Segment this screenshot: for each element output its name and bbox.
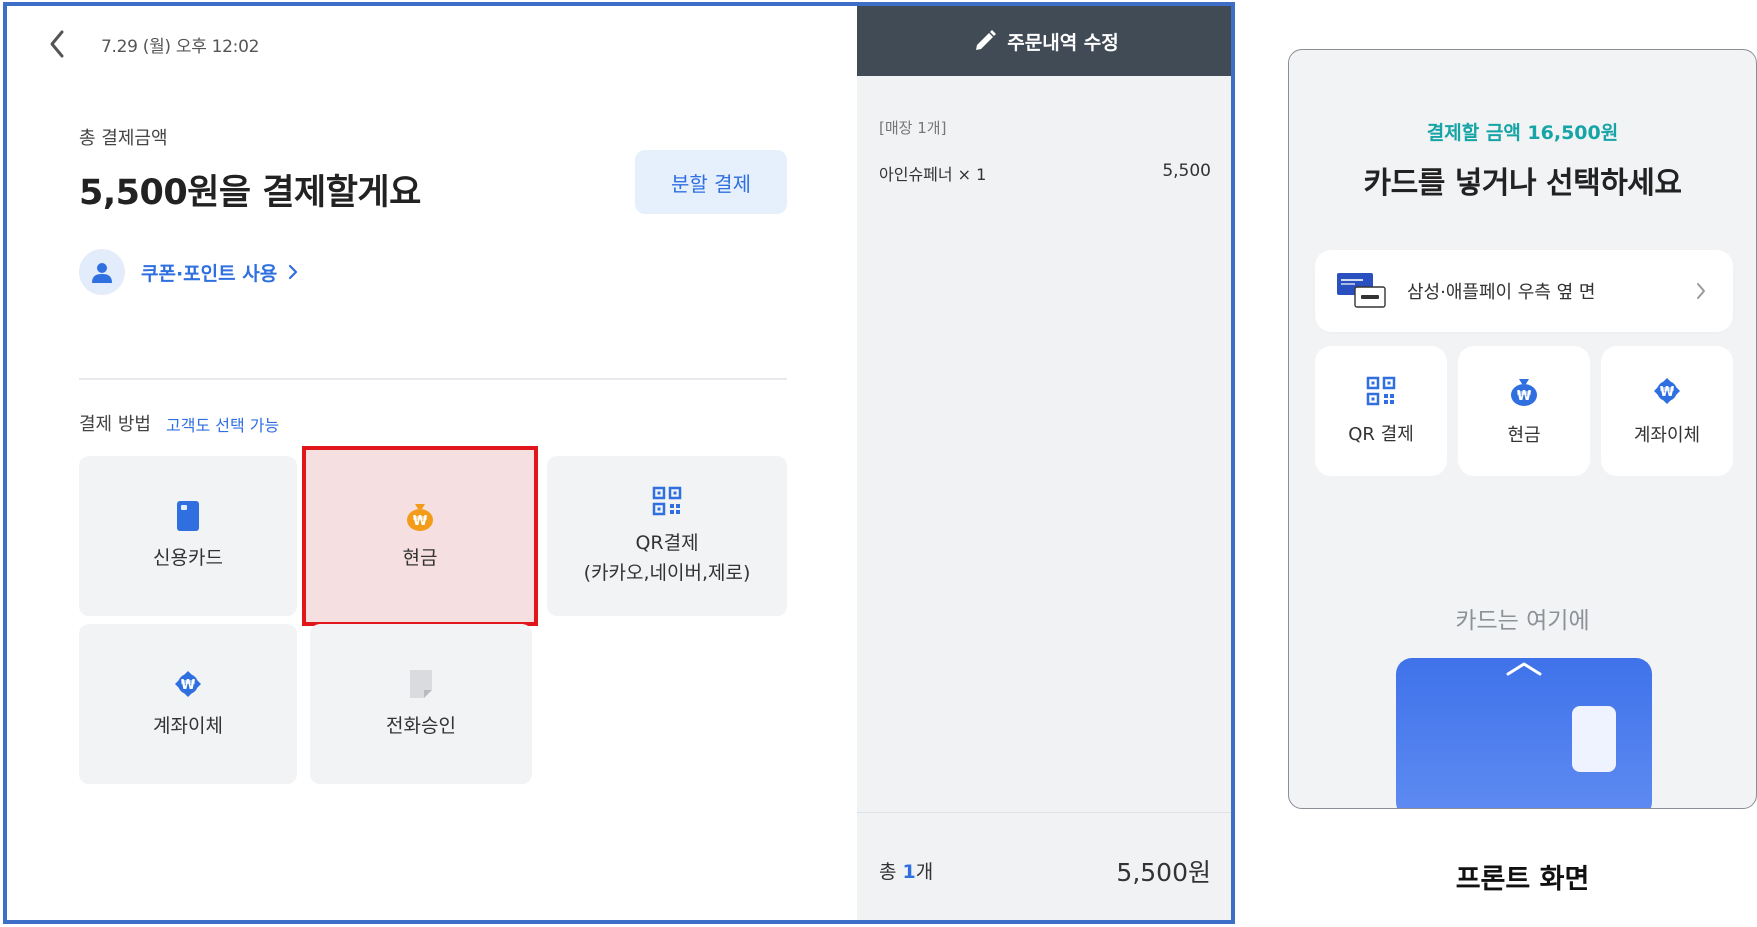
method-qr-label: QR결제 (카카오,네이버,제로) xyxy=(584,528,751,588)
won-transfer-icon: ₩ xyxy=(1654,378,1680,404)
order-item-name: 아인슈페너 × 1 xyxy=(879,165,987,184)
method-transfer-tile[interactable]: ₩ 계좌이체 xyxy=(79,624,297,784)
svg-text:₩: ₩ xyxy=(181,678,196,693)
chevron-left-icon xyxy=(50,30,64,58)
method-transfer-label: 계좌이체 xyxy=(153,715,223,737)
front-transfer-tile[interactable]: ₩ 계좌이체 xyxy=(1601,346,1733,476)
won-transfer-icon: ₩ xyxy=(171,667,205,701)
method-qr-tile[interactable]: QR결제 (카카오,네이버,제로) xyxy=(547,456,787,616)
samsung-apple-pay-label: 삼성·애플페이 우측 옆 면 xyxy=(1407,282,1596,303)
chevron-right-icon xyxy=(289,264,298,280)
method-cash-label: 현금 xyxy=(402,547,438,569)
front-title: 카드를 넣거나 선택하세요 xyxy=(1363,166,1683,201)
front-qr-label: QR 결제 xyxy=(1348,424,1414,445)
qr-code-icon xyxy=(650,484,684,518)
total-count-prefix: 총 xyxy=(879,861,897,883)
total-count-number: 1 xyxy=(902,861,916,883)
avatar xyxy=(79,249,125,295)
money-bag-icon: ₩ xyxy=(403,499,437,533)
svg-text:₩: ₩ xyxy=(413,514,428,529)
pos-window: 7.29 (월) 오후 12:02 총 결제금액 5,500원을 결제할게요 분… xyxy=(3,2,1235,924)
method-qr-label-line1: QR결제 xyxy=(635,532,699,554)
chevron-right-icon xyxy=(1697,283,1705,299)
chevron-up-icon xyxy=(1506,662,1542,676)
method-card-label: 신용카드 xyxy=(153,547,223,569)
divider xyxy=(79,378,787,380)
card-insert-hint: 카드는 여기에 xyxy=(1455,608,1590,634)
card-illustration xyxy=(1396,658,1652,808)
payment-panel: 7.29 (월) 오후 12:02 총 결제금액 5,500원을 결제할게요 분… xyxy=(7,6,857,920)
svg-text:₩: ₩ xyxy=(1517,389,1532,404)
store-count-label: [매장 1개] xyxy=(879,119,947,137)
document-icon xyxy=(404,667,438,701)
user-icon xyxy=(92,263,112,283)
front-screen-caption: 프론트 화면 xyxy=(1455,864,1590,895)
edit-order-button[interactable]: 주문내역 수정 xyxy=(857,6,1231,76)
order-item-price: 5,500 xyxy=(1162,161,1211,181)
front-cash-tile[interactable]: ₩ 현금 xyxy=(1458,346,1590,476)
front-qr-tile[interactable]: QR 결제 xyxy=(1315,346,1447,476)
card-chip xyxy=(1572,706,1616,772)
front-cash-label: 현금 xyxy=(1507,425,1541,446)
front-screen: 결제할 금액 16,500원 카드를 넣거나 선택하세요 삼성·애플페이 우측 … xyxy=(1288,49,1757,809)
edit-order-label: 주문내역 수정 xyxy=(1007,31,1119,54)
method-cash-tile[interactable]: ₩ 현금 xyxy=(302,446,538,626)
payment-method-hint: 고객도 선택 가능 xyxy=(166,416,280,435)
pencil-icon xyxy=(976,30,997,50)
datetime: 7.29 (월) 오후 12:02 xyxy=(101,37,260,57)
front-transfer-label: 계좌이체 xyxy=(1633,425,1701,446)
method-card-tile[interactable]: 신용카드 xyxy=(79,456,297,616)
method-phone-tile[interactable]: 전화승인 xyxy=(310,624,532,784)
coupon-point-button[interactable]: 쿠폰·포인트 사용 xyxy=(79,248,299,296)
payment-method-label: 결제 방법 xyxy=(79,414,151,435)
qr-code-icon xyxy=(1366,376,1396,406)
order-panel: 주문내역 수정 [매장 1개] 아인슈페너 × 1 5,500 총 1개 5,5… xyxy=(857,6,1231,920)
method-phone-label: 전화승인 xyxy=(386,715,456,737)
total-count-suffix: 개 xyxy=(915,861,934,883)
front-amount: 결제할 금액 16,500원 xyxy=(1426,122,1619,144)
page-title: 5,500원을 결제할게요 xyxy=(79,173,421,213)
credit-card-icon xyxy=(171,499,205,533)
total-count: 총 1개 xyxy=(879,857,933,884)
svg-text:₩: ₩ xyxy=(1660,385,1675,400)
coupon-point-label: 쿠폰·포인트 사용 xyxy=(141,262,278,285)
method-qr-label-line2: (카카오,네이버,제로) xyxy=(583,562,751,584)
total-price: 5,500원 xyxy=(1116,858,1211,887)
split-payment-button[interactable]: 분할 결제 xyxy=(635,150,787,214)
total-amount-label: 총 결제금액 xyxy=(79,128,168,149)
samsung-apple-pay-button[interactable]: 삼성·애플페이 우측 옆 면 xyxy=(1315,250,1733,332)
order-footer: 총 1개 5,500원 xyxy=(857,812,1231,920)
pay-cards-icon xyxy=(1337,271,1387,311)
back-button[interactable] xyxy=(44,26,72,62)
money-bag-icon: ₩ xyxy=(1511,379,1537,406)
